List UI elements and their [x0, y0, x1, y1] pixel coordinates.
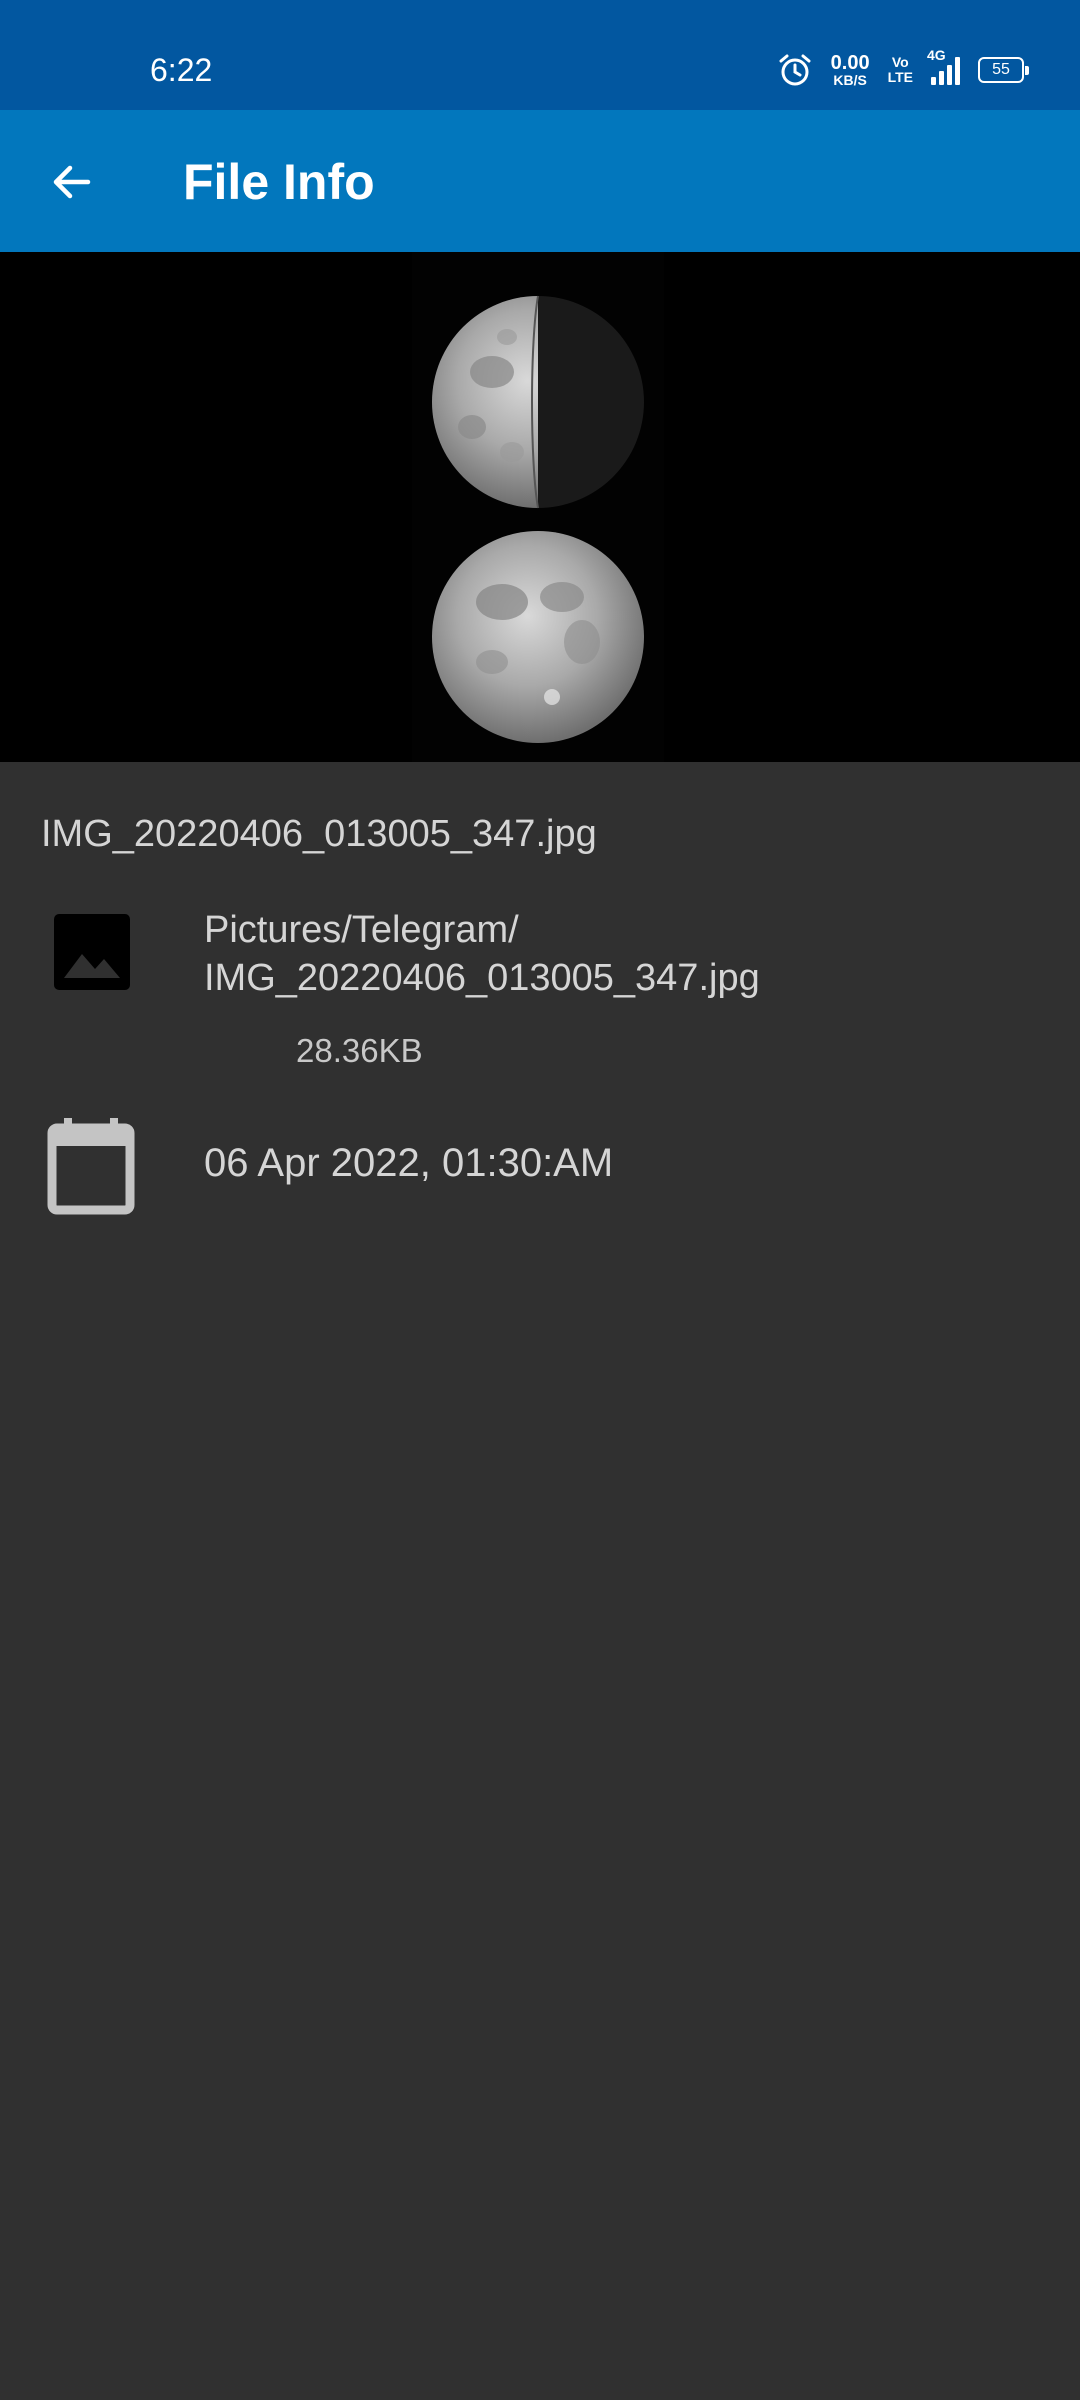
battery-level: 55	[992, 61, 1010, 78]
volte-top: Vo	[891, 54, 909, 70]
file-path-line2: IMG_20220406_013005_347.jpg	[204, 957, 760, 999]
page-title: File Info	[183, 154, 375, 210]
battery-icon: 55	[978, 57, 1029, 83]
network-speed: 0.00 KB/S	[831, 53, 870, 87]
moon-phases-image	[412, 252, 664, 762]
arrow-back-icon	[53, 165, 91, 199]
back-button[interactable]	[36, 146, 108, 218]
volte-bottom: LTE	[887, 69, 913, 85]
status-time: 6:22	[150, 52, 213, 88]
app-bar: File Info	[0, 110, 1080, 252]
image-icon	[54, 914, 130, 990]
calendar-icon	[47, 1118, 135, 1215]
status-icons: 0.00 KB/S Vo LTE 4G 55	[777, 47, 1029, 92]
file-name: IMG_20220406_013005_347.jpg	[41, 813, 597, 855]
status-bar: 6:22 0.00 KB/S Vo LTE 4G 55	[0, 0, 1080, 110]
volte-indicator: Vo LTE	[888, 55, 913, 85]
image-preview[interactable]	[0, 252, 1080, 762]
speed-value: 0.00	[830, 52, 870, 74]
file-date: 06 Apr 2022, 01:30:AM	[204, 1141, 614, 1185]
file-size: 28.36KB	[296, 1032, 423, 1069]
signal-icon: 4G	[927, 47, 960, 85]
speed-unit: KB/S	[833, 72, 867, 88]
file-path: Pictures/Telegram/ IMG_20220406_013005_3…	[204, 906, 1044, 1002]
file-path-line1: Pictures/Telegram/	[204, 909, 519, 951]
alarm-icon	[779, 54, 811, 86]
network-type: 4G	[927, 47, 946, 63]
